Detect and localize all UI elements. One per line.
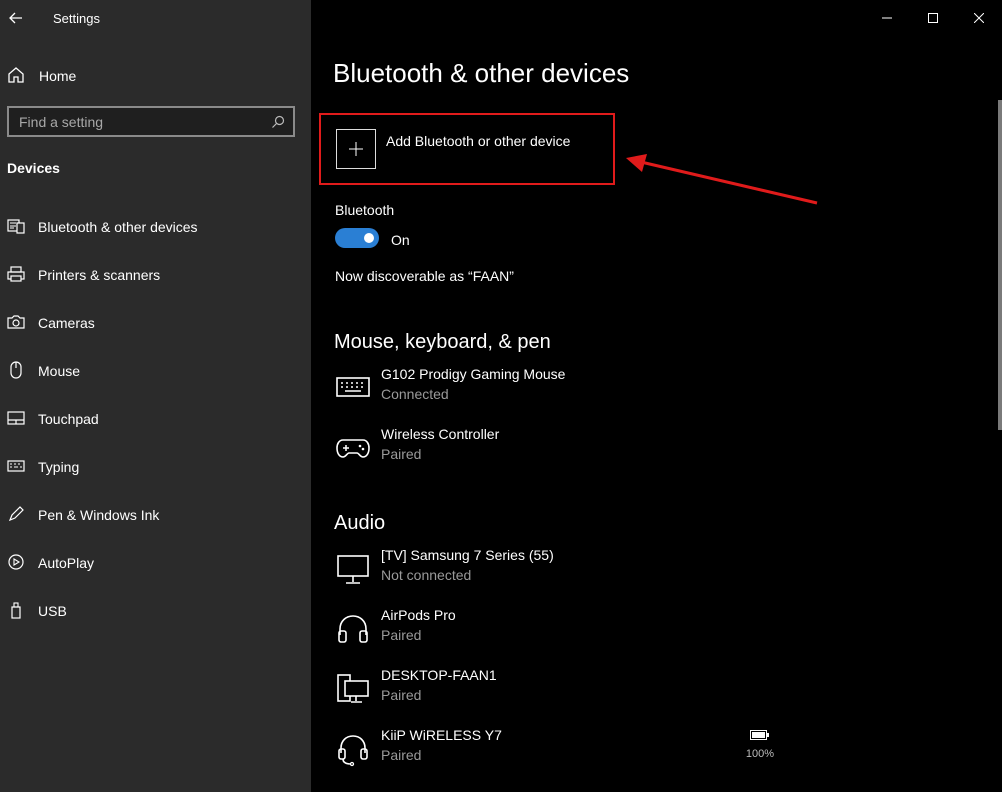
computer-icon: [337, 674, 369, 703]
sidebar-item-label: USB: [38, 603, 67, 619]
device-item[interactable]: KiiP WiRELESS Y7 Paired: [335, 727, 775, 775]
search-box: [7, 106, 295, 137]
bluetooth-devices-icon: [7, 219, 25, 234]
sidebar-item-pen[interactable]: Pen & Windows Ink: [0, 495, 311, 535]
home-icon: [8, 67, 24, 83]
sidebar-item-label: Bluetooth & other devices: [38, 219, 198, 235]
sidebar-item-typing[interactable]: Typing: [0, 447, 311, 487]
sidebar-item-label: Cameras: [38, 315, 95, 331]
search-icon[interactable]: [271, 115, 285, 129]
sidebar-item-label: AutoPlay: [38, 555, 95, 571]
device-name: Wireless Controller: [381, 426, 500, 442]
pen-icon: [8, 506, 24, 522]
device-item[interactable]: AirPods Pro Paired: [335, 607, 775, 655]
device-item[interactable]: DESKTOP-FAAN1 Paired: [335, 667, 775, 715]
window-controls: [864, 0, 1002, 36]
keyboard-icon: [336, 377, 370, 397]
device-status: Paired: [381, 627, 422, 643]
sidebar-item-label: Typing: [38, 459, 80, 475]
device-name: DESKTOP-FAAN1: [381, 667, 497, 683]
device-item[interactable]: [TV] Samsung 7 Series (55) Not connected: [335, 547, 775, 595]
touchpad-icon: [7, 411, 25, 425]
sidebar-item-printers[interactable]: Printers & scanners: [0, 255, 311, 295]
group-title: Mouse, keyboard, & pen: [334, 331, 551, 353]
scrollbar[interactable]: [998, 100, 1002, 430]
device-status: Paired: [381, 687, 422, 703]
section-heading: Devices: [7, 160, 60, 176]
minimize-icon: [882, 17, 892, 19]
sidebar-item-label: Mouse: [38, 363, 81, 379]
main-content: Bluetooth & other devices Add Bluetooth …: [311, 0, 1002, 792]
mouse-icon: [10, 361, 22, 379]
device-name: [TV] Samsung 7 Series (55): [381, 547, 554, 563]
sidebar-item-usb[interactable]: USB: [0, 591, 311, 631]
group-title: Audio: [334, 512, 386, 534]
monitor-icon: [337, 555, 369, 584]
maximize-icon: [928, 13, 938, 23]
maximize-button[interactable]: [910, 0, 956, 36]
headphones-icon: [338, 615, 368, 643]
printer-icon: [7, 266, 25, 282]
device-item[interactable]: Wireless Controller Paired: [335, 426, 775, 474]
keyboard-icon: [7, 460, 25, 472]
device-name: KiiP WiRELESS Y7: [381, 727, 502, 743]
sidebar-item-cameras[interactable]: Cameras: [0, 303, 311, 343]
sidebar-item-bluetooth[interactable]: Bluetooth & other devices: [0, 207, 311, 247]
sidebar-item-label: Touchpad: [38, 411, 99, 427]
close-button[interactable]: [956, 0, 1002, 36]
title-bar: Settings: [0, 0, 311, 38]
sidebar-item-autoplay[interactable]: AutoPlay: [0, 543, 311, 583]
battery-icon: [750, 730, 769, 740]
annotation-arrow: [626, 154, 818, 205]
device-status: Connected: [381, 386, 449, 402]
sidebar-item-label: Home: [39, 68, 77, 84]
camera-icon: [7, 315, 25, 329]
sidebar-item-home[interactable]: Home: [0, 60, 311, 92]
bluetooth-state: On: [391, 232, 410, 248]
device-name: AirPods Pro: [381, 607, 456, 623]
minimize-button[interactable]: [864, 0, 910, 36]
back-button[interactable]: [6, 8, 26, 28]
device-status: Paired: [381, 446, 422, 462]
search-input[interactable]: [19, 113, 259, 131]
sidebar-item-label: Printers & scanners: [38, 267, 161, 283]
app-title: Settings: [53, 11, 100, 26]
device-name: G102 Prodigy Gaming Mouse: [381, 366, 566, 382]
device-item[interactable]: G102 Prodigy Gaming Mouse Connected: [335, 366, 775, 414]
gamepad-icon: [336, 439, 370, 458]
toggle-knob: [364, 233, 374, 243]
sidebar-item-mouse[interactable]: Mouse: [0, 351, 311, 391]
usb-icon: [11, 602, 21, 619]
headset-icon: [338, 735, 368, 767]
back-arrow-icon: [9, 12, 22, 24]
close-icon: [974, 13, 984, 23]
sidebar: Settings Home Devices Bluetooth & other …: [0, 0, 311, 792]
discoverable-text: Now discoverable as “FAAN”: [335, 268, 514, 284]
bluetooth-toggle[interactable]: [335, 228, 379, 248]
page-title: Bluetooth & other devices: [333, 58, 630, 88]
device-status: Paired: [381, 747, 422, 763]
battery-percent: 100%: [745, 748, 775, 760]
device-status: Not connected: [381, 567, 472, 583]
battery-indicator: 100%: [745, 728, 775, 760]
sidebar-item-label: Pen & Windows Ink: [38, 507, 160, 523]
add-device-label: Add Bluetooth or other device: [386, 133, 571, 149]
autoplay-icon: [8, 554, 24, 570]
sidebar-item-touchpad[interactable]: Touchpad: [0, 399, 311, 439]
